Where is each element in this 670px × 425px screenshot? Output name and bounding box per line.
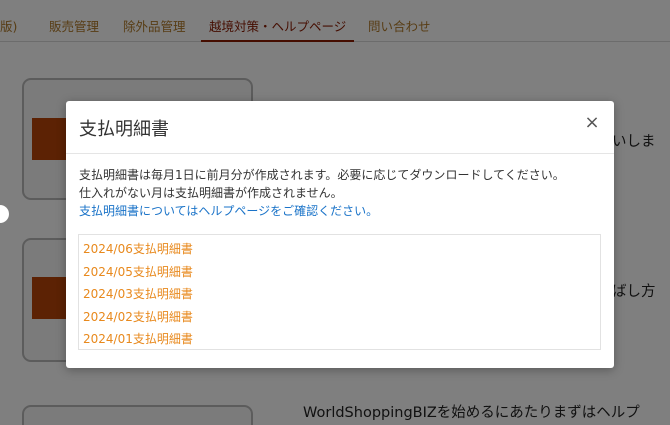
close-icon[interactable]: × [582, 112, 602, 134]
statement-link[interactable]: 2024/01支払明細書 [79, 328, 600, 351]
statement-link[interactable]: 2024/03支払明細書 [79, 283, 600, 306]
modal-title: 支払明細書 [79, 119, 169, 140]
statement-list: 2024/06支払明細書 2024/05支払明細書 2024/03支払明細書 2… [78, 234, 601, 350]
statement-link[interactable]: 2024/05支払明細書 [79, 261, 600, 284]
description-line: 支払明細書は毎月1日に前月分が作成されます。必要に応じてダウンロードしてください… [79, 168, 565, 182]
statement-link[interactable]: 2024/02支払明細書 [79, 306, 600, 329]
payment-statement-modal: 支払明細書 × 支払明細書は毎月1日に前月分が作成されます。必要に応じてダウンロ… [66, 101, 614, 368]
help-page-link[interactable]: 支払明細書についてはヘルプページをご確認ください。 [79, 202, 599, 220]
modal-body: 支払明細書は毎月1日に前月分が作成されます。必要に応じてダウンロードしてください… [79, 166, 599, 220]
modal-header: 支払明細書 × [66, 101, 614, 154]
page: 版) 販売管理 除外品管理 越境対策・ヘルプページ 問い合わせ いしま ばし方 … [0, 0, 670, 425]
description-line: 仕入れがない月は支払明細書が作成されません。 [79, 186, 343, 200]
statement-link[interactable]: 2024/06支払明細書 [79, 238, 600, 261]
